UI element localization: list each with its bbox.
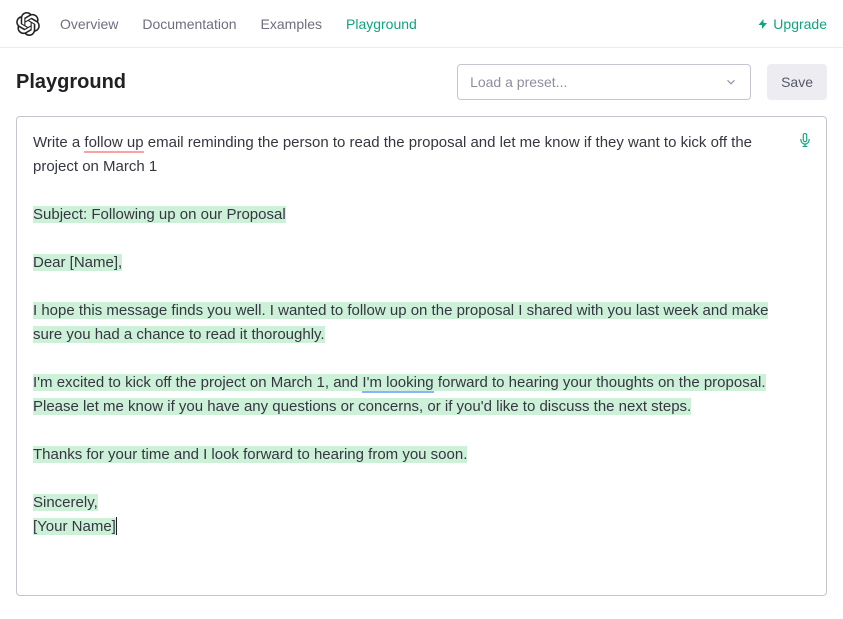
save-button[interactable]: Save (767, 64, 827, 100)
nav-examples[interactable]: Examples (261, 16, 322, 32)
nav-overview[interactable]: Overview (60, 16, 118, 32)
highlight: Subject: Following up on our Proposal (33, 206, 286, 223)
openai-logo-icon (16, 12, 40, 36)
upgrade-label: Upgrade (773, 16, 827, 32)
gen-paragraph-3: Thanks for your time and I look forward … (33, 443, 778, 467)
bolt-icon (757, 18, 769, 30)
upgrade-link[interactable]: Upgrade (757, 16, 827, 32)
openai-logo[interactable] (16, 12, 40, 36)
highlight: Thanks for your time and I look forward … (33, 446, 467, 463)
prompt-line: Write a follow up email reminding the pe… (33, 131, 778, 179)
page-title: Playground (16, 71, 441, 94)
editor-container: Write a follow up email reminding the pe… (0, 116, 843, 612)
highlight: Sincerely, (33, 494, 98, 511)
editor-content: Write a follow up email reminding the pe… (33, 131, 810, 539)
nav-documentation[interactable]: Documentation (142, 16, 236, 32)
microphone-icon (798, 131, 812, 149)
nav-playground[interactable]: Playground (346, 16, 417, 32)
grammar-underline: I'm looking (362, 374, 433, 393)
spellcheck-underline: follow up (84, 134, 143, 153)
sub-header: Playground Load a preset... Save (0, 48, 843, 116)
text-cursor (116, 517, 117, 535)
prompt-editor[interactable]: Write a follow up email reminding the pe… (16, 116, 827, 596)
top-nav: Overview Documentation Examples Playgrou… (0, 0, 843, 48)
microphone-button[interactable] (798, 131, 812, 157)
prompt-text-pre: Write a (33, 134, 84, 151)
highlight: Dear [Name], (33, 254, 122, 271)
gen-subject: Subject: Following up on our Proposal (33, 203, 778, 227)
highlight: I'm excited to kick off the project on M… (33, 374, 362, 391)
gen-greeting: Dear [Name], (33, 251, 778, 275)
highlight: I hope this message finds you well. I wa… (33, 302, 768, 343)
preset-placeholder: Load a preset... (470, 74, 567, 90)
gen-paragraph-2: I'm excited to kick off the project on M… (33, 371, 778, 419)
gen-signoff: Sincerely, [Your Name] (33, 491, 778, 539)
chevron-down-icon (724, 75, 738, 89)
highlight: [Your Name] (33, 518, 116, 535)
nav-links: Overview Documentation Examples Playgrou… (60, 16, 757, 32)
preset-select[interactable]: Load a preset... (457, 64, 751, 100)
gen-paragraph-1: I hope this message finds you well. I wa… (33, 299, 778, 347)
